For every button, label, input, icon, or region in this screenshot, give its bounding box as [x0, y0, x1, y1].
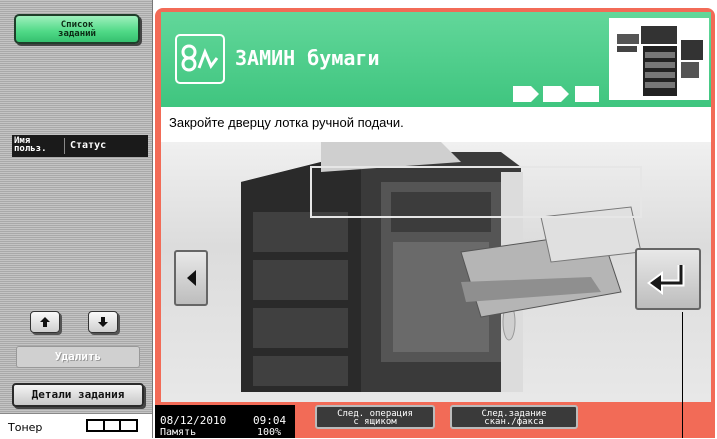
date-text: 08/12/2010: [160, 414, 227, 427]
memory-value: 100%: [257, 427, 282, 438]
toner-segment: [121, 421, 137, 430]
job-panel: Список заданий Имя польз. Статус Удалить…: [0, 0, 153, 439]
return-arrow-icon: [647, 265, 685, 295]
time-text: 09:04: [253, 414, 287, 427]
job-details-button[interactable]: Детали задания: [12, 383, 144, 407]
printer-open-tray-image: [241, 142, 642, 392]
printer-thumbnail-icon: [609, 18, 709, 100]
next-operation-button[interactable]: След. операция с ящиком: [315, 405, 435, 429]
title-bar: ЗАМИН бумаги: [161, 12, 711, 107]
instruction-text: Закройте дверцу лотка ручной подачи.: [169, 115, 404, 130]
callout-line: [682, 312, 683, 438]
back-button[interactable]: [174, 250, 208, 306]
delete-button[interactable]: Удалить: [16, 346, 140, 368]
toner-level-meter: [86, 419, 138, 432]
arrow-down-icon: [98, 317, 108, 327]
column-separator: [64, 138, 65, 154]
back-arrow-icon: [187, 270, 196, 286]
job-list-header: Имя польз. Статус: [12, 135, 148, 157]
jam-icon: [175, 34, 225, 84]
datetime-panel: 08/12/2010 09:04 Память 100%: [155, 405, 295, 438]
next-scan-fax-button[interactable]: След.задание скан./факса: [450, 405, 578, 429]
user-name-column-header: Имя польз.: [14, 136, 47, 154]
page-title: ЗАМИН бумаги: [235, 46, 380, 70]
scroll-up-button[interactable]: [30, 311, 60, 333]
paper-jam-screen: ЗАМИН бумаги Закройте дверцу лотка ручно…: [161, 12, 711, 402]
toner-label: Тонер: [8, 421, 43, 434]
status-column-header: Статус: [70, 140, 107, 151]
job-list-button[interactable]: Список заданий: [14, 14, 140, 44]
memory-label: Память: [160, 427, 197, 438]
toner-indicator: Тонер: [0, 413, 152, 439]
arrow-up-icon: [40, 317, 50, 327]
scroll-down-button[interactable]: [88, 311, 118, 333]
printer-illustration: [161, 142, 711, 402]
toner-segment: [104, 421, 120, 430]
return-button[interactable]: [635, 248, 701, 310]
toner-segment: [88, 421, 103, 430]
status-bar: 08/12/2010 09:04 Память 100% След. опера…: [155, 403, 715, 438]
progress-arrows-icon: [513, 86, 599, 102]
